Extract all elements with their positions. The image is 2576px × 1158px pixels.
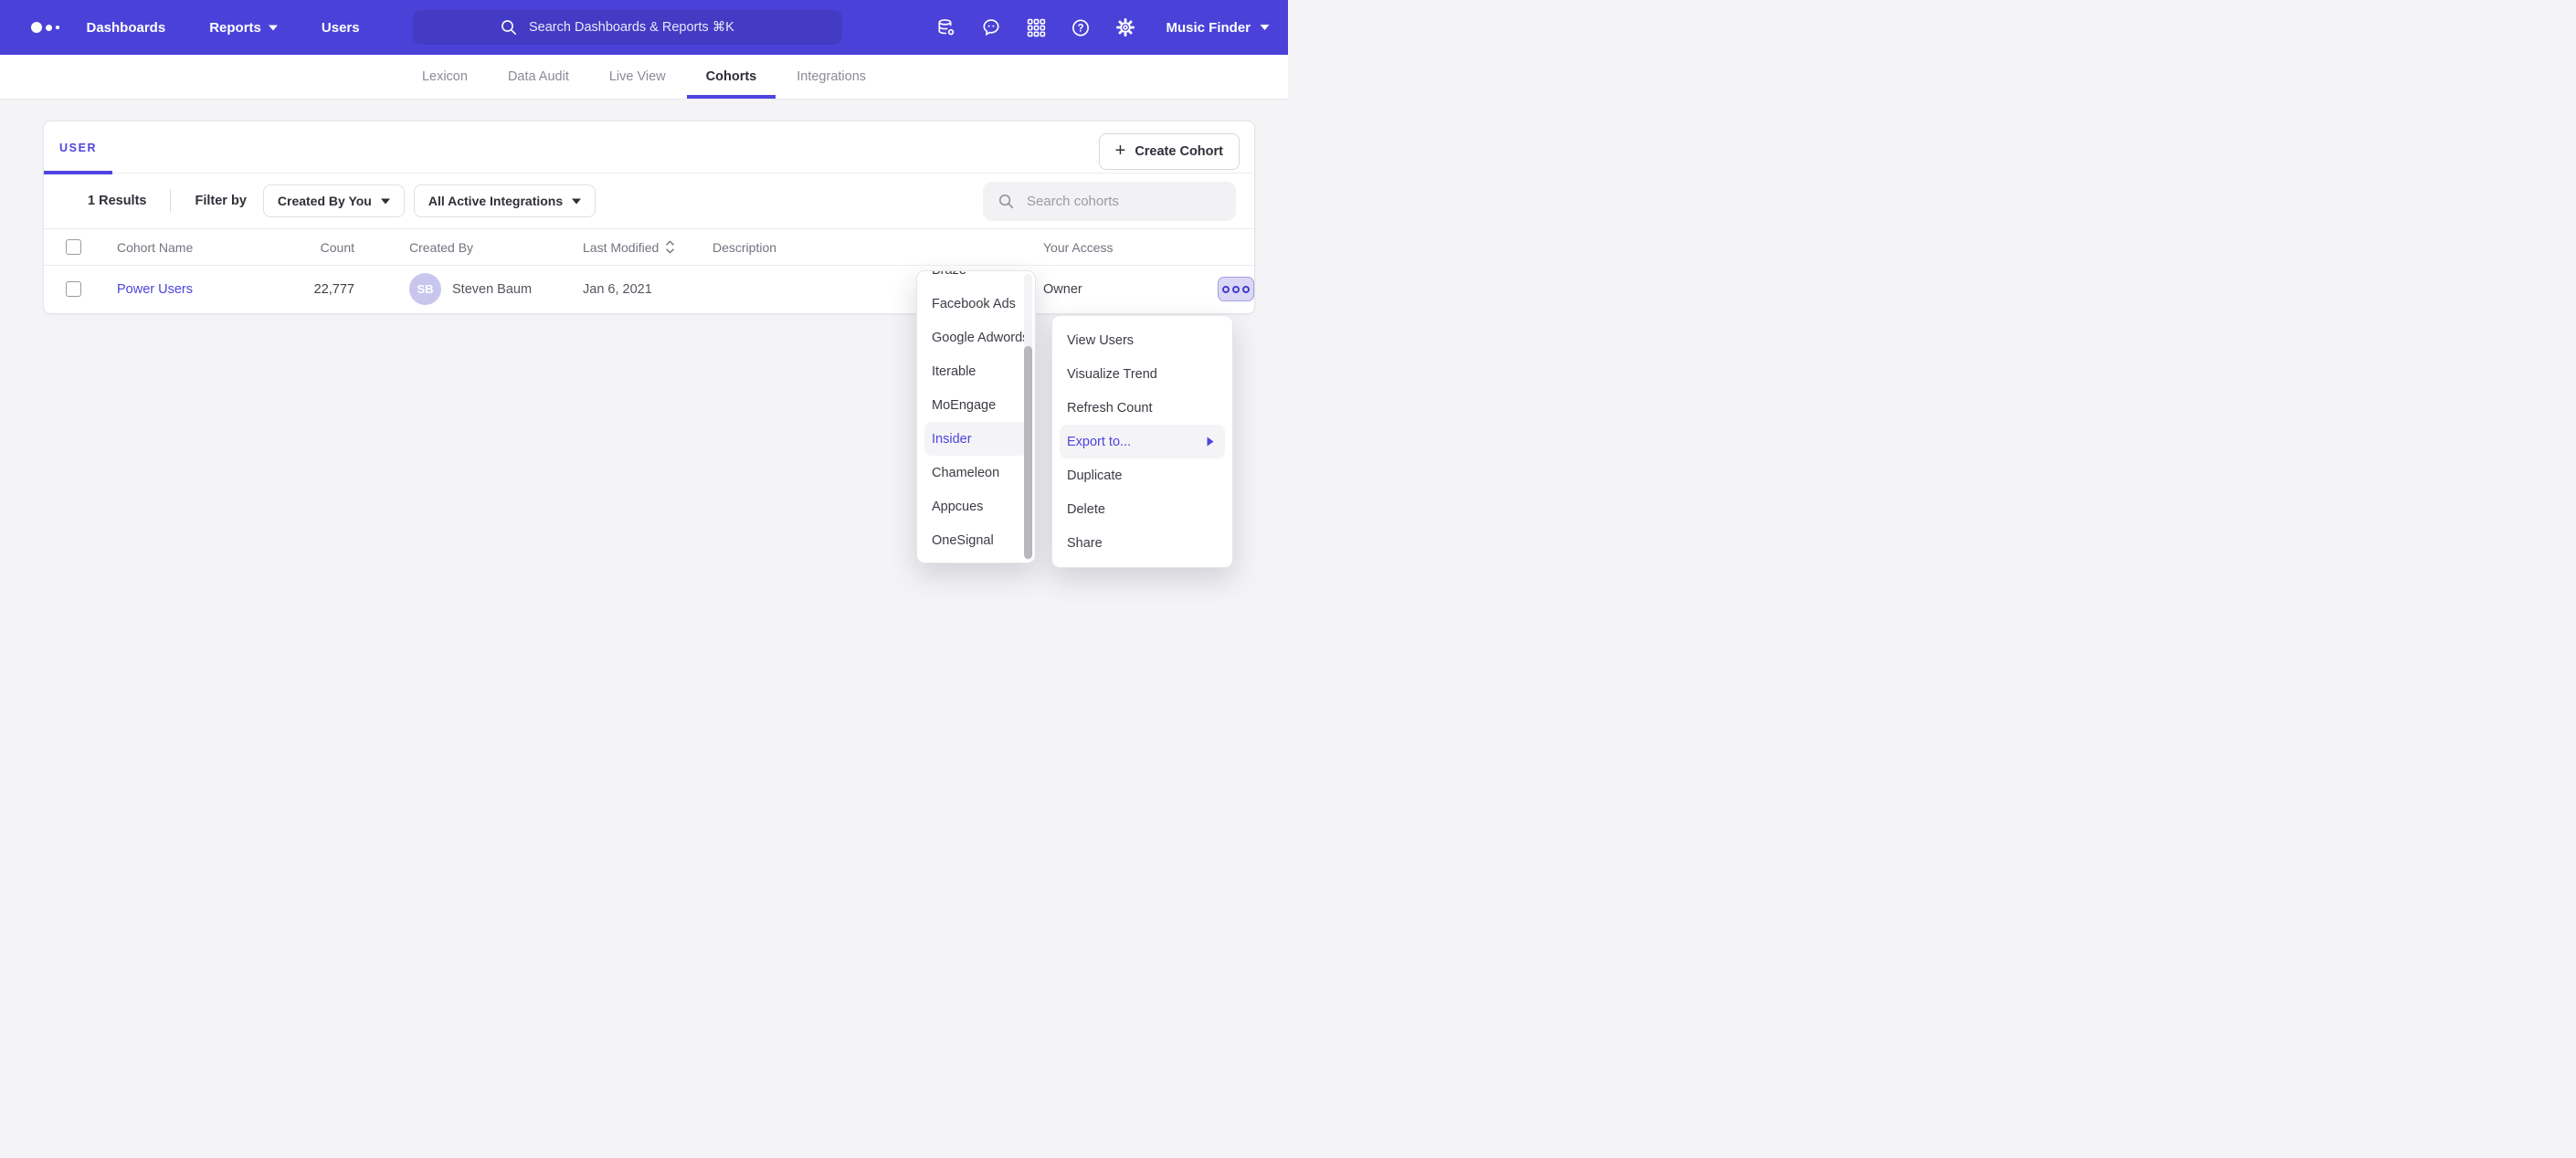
sort-icon [665,240,675,254]
creator-name: Steven Baum [452,282,532,297]
nav-item-reports[interactable]: Reports [209,20,278,36]
menu-item-appcues[interactable]: Appcues [917,490,1035,523]
help-icon[interactable]: ? [1071,17,1091,37]
menu-item-view-users[interactable]: View Users [1052,323,1232,357]
menu-item-facebook-ads[interactable]: Facebook Ads [917,287,1035,321]
created-by-filter[interactable]: Created By You [263,184,405,217]
row-actions-button[interactable] [1218,277,1254,301]
submenu-arrow-icon [1207,437,1214,447]
avatar: SB [409,273,441,305]
menu-item-duplicate[interactable]: Duplicate [1052,458,1232,492]
column-your-access: Your Access [1043,240,1254,255]
cohort-search-input[interactable] [1025,193,1221,210]
header-checkbox-cell [66,239,117,255]
created-by-cell: SB Steven Baum [354,273,583,305]
scrollbar-thumb[interactable] [1024,346,1032,559]
last-modified-cell: Jan 6, 2021 [583,282,713,297]
your-access-cell: Owner [1043,277,1254,301]
search-icon [998,193,1015,210]
row-context-menu: View Users Visualize Trend Refresh Count… [1051,315,1233,568]
nav-item-label: Dashboards [87,20,166,36]
cohort-search-bar[interactable] [983,182,1236,221]
column-cohort-name: Cohort Name [117,240,272,255]
account-label: Music Finder [1166,20,1251,36]
column-description: Description [713,240,1043,255]
apps-grid-icon[interactable] [1026,17,1046,37]
tab-user-cohorts[interactable]: USER [44,121,112,174]
select-all-checkbox[interactable] [66,239,81,255]
menu-item-insider[interactable]: Insider [924,422,1028,456]
export-destinations-menu: Braze Facebook Ads Google Adwords Iterab… [916,270,1036,563]
table-header: Cohort Name Count Created By Last Modifi… [44,229,1254,266]
tab-integrations[interactable]: Integrations [797,55,866,99]
tab-cohorts[interactable]: Cohorts [706,55,757,99]
row-checkbox-cell [66,281,117,297]
nav-item-label: Users [322,20,360,36]
scrollbar-track [1024,274,1032,560]
plus-icon: + [1115,142,1126,160]
cohort-name-link[interactable]: Power Users [117,282,193,297]
secondary-nav: Lexicon Data Audit Live View Cohorts Int… [0,55,1288,100]
nav-item-users[interactable]: Users [322,20,360,36]
menu-item-braze[interactable]: Braze [917,270,1035,287]
create-cohort-button[interactable]: + Create Cohort [1099,133,1240,170]
primary-nav: Dashboards Reports Users [87,20,360,36]
nav-item-dashboards[interactable]: Dashboards [87,20,166,36]
export-destinations-list: Braze Facebook Ads Google Adwords Iterab… [917,270,1035,557]
data-management-icon[interactable] [936,17,956,37]
column-last-modified[interactable]: Last Modified [583,240,713,255]
cohorts-card: USER + Create Cohort 1 Results Filter by… [43,121,1255,314]
divider [170,189,171,213]
navbar-right-icons: ? Music Finder [936,17,1273,37]
page: Dashboards Reports Users [0,0,1288,579]
chevron-down-icon [269,25,278,31]
menu-item-chameleon[interactable]: Chameleon [917,456,1035,490]
column-count: Count [272,240,354,255]
top-navbar: Dashboards Reports Users [0,0,1288,55]
ellipsis-icon [1222,286,1230,293]
tab-lexicon[interactable]: Lexicon [422,55,468,99]
menu-item-share[interactable]: Share [1052,526,1232,560]
brand-logo-icon[interactable] [31,22,59,33]
chevron-down-icon [572,198,581,205]
menu-item-google-adwords[interactable]: Google Adwords [917,321,1035,354]
chevron-down-icon [381,198,390,205]
account-menu[interactable]: Music Finder [1166,20,1270,36]
menu-item-refresh-count[interactable]: Refresh Count [1052,391,1232,425]
menu-item-moengage[interactable]: MoEngage [917,388,1035,422]
tab-live-view[interactable]: Live View [609,55,666,99]
global-search-bar[interactable] [413,10,842,45]
access-value: Owner [1043,282,1082,297]
menu-item-export-to[interactable]: Export to... [1060,425,1225,458]
nav-item-label: Reports [209,20,261,36]
chevron-down-icon [1260,24,1270,31]
filter-by-label: Filter by [195,194,246,208]
integrations-filter[interactable]: All Active Integrations [414,184,596,217]
cohort-count-cell: 22,777 [272,282,354,297]
cohort-name-cell: Power Users [117,282,272,297]
tab-data-audit[interactable]: Data Audit [508,55,569,99]
feedback-chat-icon[interactable] [981,17,1001,37]
filter-toolbar: 1 Results Filter by Created By You All A… [44,174,1254,229]
column-created-by: Created By [354,240,583,255]
table-row: Power Users 22,777 SB Steven Baum Jan 6,… [44,266,1254,312]
menu-item-delete[interactable]: Delete [1052,492,1232,526]
results-count: 1 Results [88,194,146,208]
settings-gear-icon[interactable] [1115,17,1135,37]
menu-item-iterable[interactable]: Iterable [917,354,1035,388]
menu-item-onesignal[interactable]: OneSignal [917,523,1035,557]
search-icon [500,18,518,37]
row-checkbox[interactable] [66,281,81,297]
cohort-type-tabs: USER + Create Cohort [44,121,1254,174]
menu-item-visualize-trend[interactable]: Visualize Trend [1052,357,1232,391]
global-search-input[interactable] [527,19,755,36]
svg-text:?: ? [1078,23,1084,34]
